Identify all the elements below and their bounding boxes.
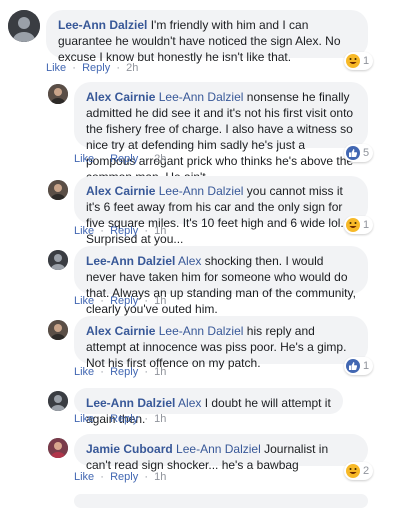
comment-author[interactable]: Alex Cairnie (86, 324, 155, 338)
reply-link[interactable]: Reply (110, 295, 138, 307)
profile-photo-icon (48, 84, 68, 104)
comment-mention[interactable]: Lee-Ann Dalziel (159, 90, 244, 104)
reaction-count: 5 (363, 147, 370, 159)
comment-actions: Like · Reply · 1h (74, 224, 166, 238)
reply-link[interactable]: Reply (110, 153, 138, 165)
like-reaction-icon (346, 359, 360, 373)
separator: · (97, 413, 108, 425)
comment-author[interactable]: Alex Cairnie (86, 90, 155, 104)
comment-bubble: Alex Cairnie Lee-Ann Dalziel you cannot … (74, 176, 368, 246)
comment-author[interactable]: Lee-Ann Dalziel (86, 254, 175, 268)
reaction-count: 2 (363, 465, 370, 477)
separator: · (97, 225, 108, 237)
comment-time[interactable]: 1h (154, 471, 166, 483)
comment-bubble-partial (74, 494, 368, 508)
separator: · (141, 471, 152, 483)
comment-mention[interactable]: Alex (178, 254, 201, 268)
reaction-summary[interactable]: 1 (344, 357, 374, 375)
reply-link[interactable]: Reply (82, 62, 110, 74)
comment-mention[interactable]: Alex (178, 396, 201, 410)
like-reaction-icon (346, 146, 360, 160)
reply-link[interactable]: Reply (110, 471, 138, 483)
like-link[interactable]: Like (74, 295, 94, 307)
comment-author[interactable]: Alex Cairnie (86, 184, 155, 198)
comment-mention[interactable]: Lee-Ann Dalziel (176, 442, 261, 456)
comment-bubble: Lee-Ann Dalziel I'm friendly with him an… (46, 10, 368, 64)
avatar[interactable] (48, 391, 68, 411)
separator: · (97, 295, 108, 307)
profile-photo-icon (48, 320, 68, 340)
reply-link[interactable]: Reply (110, 225, 138, 237)
avatar[interactable] (48, 180, 68, 200)
comment-time[interactable]: 1h (154, 295, 166, 307)
profile-photo-icon (48, 180, 68, 200)
comment-time[interactable]: 2h (154, 153, 166, 165)
comment-bubble: Alex Cairnie Lee-Ann Dalziel his reply a… (74, 316, 368, 370)
comment-actions: Like · Reply · 1h (74, 365, 166, 379)
comment-author[interactable]: Jamie Cuboard (86, 442, 173, 456)
haha-reaction-icon (346, 218, 360, 232)
avatar[interactable] (48, 250, 68, 270)
avatar[interactable] (48, 84, 68, 104)
reaction-summary[interactable]: 1 (344, 52, 374, 70)
like-link[interactable]: Like (46, 62, 66, 74)
separator: · (141, 225, 152, 237)
comment-bubble: Lee-Ann Dalziel Alex shocking then. I wo… (74, 246, 368, 316)
separator: · (97, 153, 108, 165)
separator: · (97, 366, 108, 378)
reaction-count: 1 (363, 219, 370, 231)
profile-photo-icon (48, 438, 68, 458)
reaction-summary[interactable]: 5 (344, 144, 374, 162)
separator: · (141, 366, 152, 378)
reply-link[interactable]: Reply (110, 413, 138, 425)
reaction-summary[interactable]: 1 (344, 216, 374, 234)
avatar[interactable] (8, 10, 40, 42)
profile-photo-icon (48, 250, 68, 270)
reaction-count: 1 (363, 360, 370, 372)
comment-actions: Like · Reply · 1h (74, 470, 166, 484)
like-link[interactable]: Like (74, 153, 94, 165)
comment-time[interactable]: 1h (154, 413, 166, 425)
separator: · (141, 413, 152, 425)
like-link[interactable]: Like (74, 413, 94, 425)
reply-link[interactable]: Reply (110, 366, 138, 378)
comment-mention[interactable]: Lee-Ann Dalziel (159, 184, 244, 198)
avatar[interactable] (48, 320, 68, 340)
comment-actions: Like · Reply · 1h (74, 294, 166, 308)
comment-author[interactable]: Lee-Ann Dalziel (58, 18, 147, 32)
profile-photo-icon (48, 391, 68, 411)
separator: · (69, 62, 80, 74)
comment-text: nonsense he finally admitted he did see … (86, 90, 354, 184)
like-link[interactable]: Like (74, 471, 94, 483)
comment-time[interactable]: 2h (126, 62, 138, 74)
comment-actions: Like · Reply · 2h (74, 152, 166, 166)
separator: · (141, 295, 152, 307)
reaction-summary[interactable]: 2 (344, 462, 374, 480)
comment-actions: Like · Reply · 1h (74, 412, 166, 426)
comment-bubble: Alex Cairnie Lee-Ann Dalziel nonsense he… (74, 82, 368, 184)
avatar[interactable] (48, 438, 68, 458)
like-link[interactable]: Like (74, 366, 94, 378)
haha-reaction-icon (346, 54, 360, 68)
separator: · (97, 471, 108, 483)
comment-bubble: Jamie Cuboard Lee-Ann Dalziel Journalist… (74, 434, 368, 472)
reaction-count: 1 (363, 55, 370, 67)
comment-actions: Like · Reply · 2h (46, 61, 138, 75)
profile-photo-icon (8, 10, 40, 42)
separator: · (141, 153, 152, 165)
comment-time[interactable]: 1h (154, 225, 166, 237)
comment-mention[interactable]: Lee-Ann Dalziel (159, 324, 244, 338)
comment-time[interactable]: 1h (154, 366, 166, 378)
separator: · (113, 62, 124, 74)
haha-reaction-icon (346, 464, 360, 478)
comment-author[interactable]: Lee-Ann Dalziel (86, 396, 175, 410)
comment-bubble: Lee-Ann Dalziel Alex I doubt he will att… (74, 388, 343, 426)
like-link[interactable]: Like (74, 225, 94, 237)
